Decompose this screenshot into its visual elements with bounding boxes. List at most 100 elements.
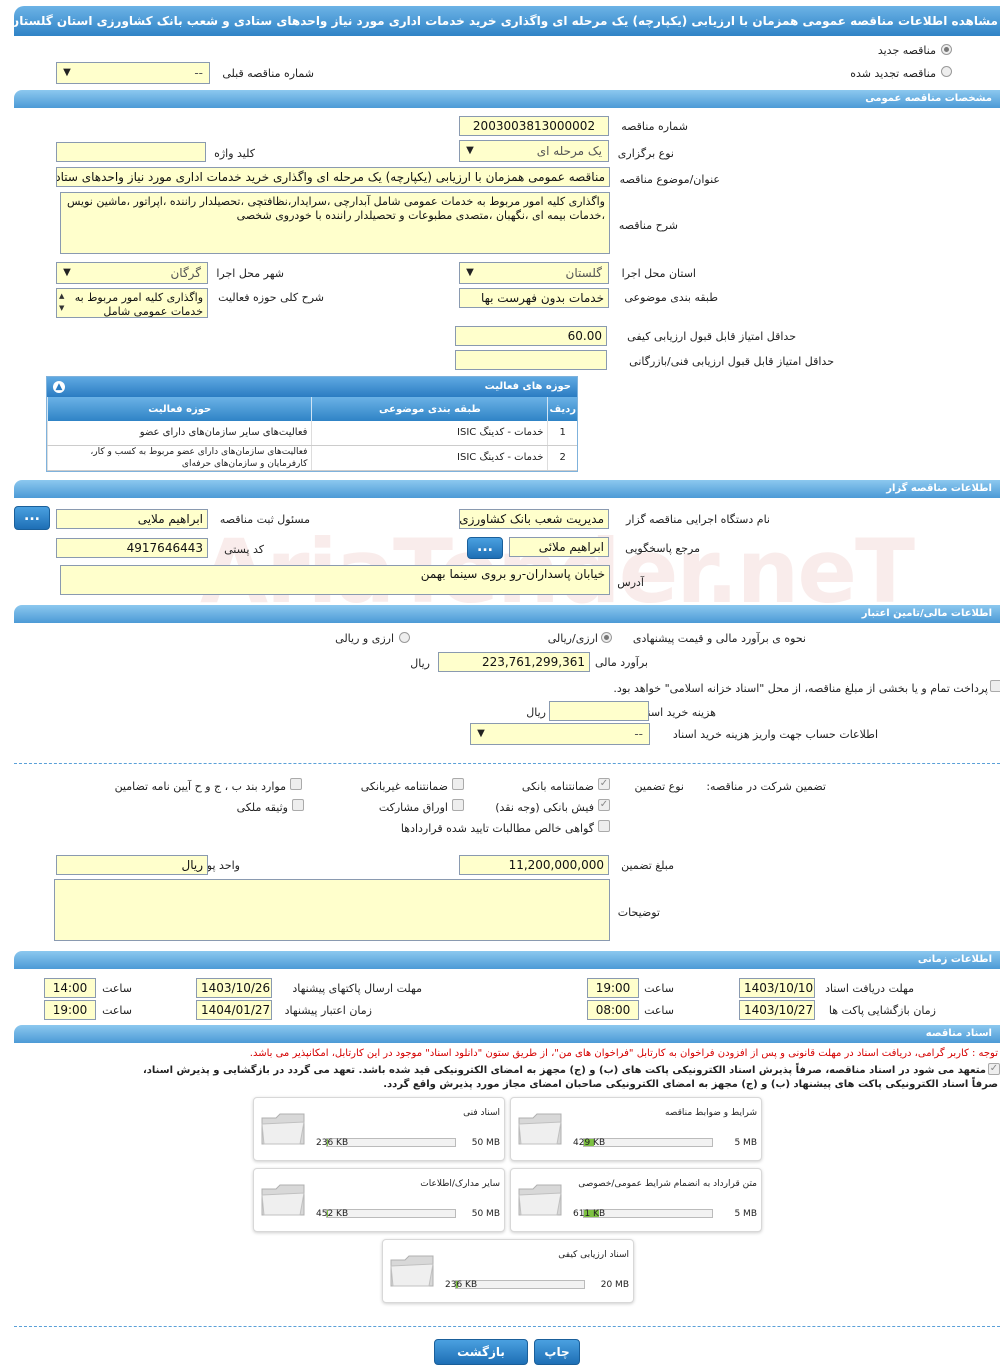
bank-guarantee-checkbox[interactable]: ✓ [598,778,610,790]
radio-new-label: مناقصه جدید [877,44,936,57]
section-financial: اطلاعات مالی/تامین اعتبار [14,605,1000,623]
min-quality-label: حداقل امتیاز قابل قبول ارزیابی کیفی [627,330,796,343]
file-card[interactable]: اسناد فنی 50 MB 236 KB [253,1097,505,1161]
opening-time: 08:00 [587,1000,639,1020]
category-field: خدمات بدون فهرست بها [459,288,609,308]
property-label: وثیقه ملکی [236,801,288,814]
file-max-size: 5 MB [734,1138,757,1148]
estimate-method-label: نحوه ی برآورد مالی و قیمت پیشنهادی [632,632,806,645]
registrar-more-button[interactable]: ... [14,506,50,530]
submit-deadline-time-label: ساعت [102,982,132,995]
prev-number-select[interactable]: -- ▼ [56,62,210,84]
radio-rial[interactable] [601,632,612,643]
commit-line2: صرفاً اسناد الکترونیکی پاکت های پیشنهاد … [383,1079,998,1090]
print-button[interactable]: چاپ [534,1339,580,1365]
commit-checkbox[interactable]: ✓ [988,1063,1000,1075]
submit-deadline-date: 1403/10/26 [196,978,272,998]
scroll-arrows-icon[interactable]: ▲ ▼ [59,290,64,314]
tender-number-field: 2003003813000002 [459,116,609,136]
city-select[interactable]: گرگان ▼ [56,262,208,284]
min-tech-label: حداقل امتیاز قابل قبول ارزیابی فنی/بازرگ… [629,355,834,368]
reference-field: ابراهیم ملائی [509,537,609,557]
folder-icon [518,1184,562,1216]
scope-label: شرح کلی حوزه فعالیت [218,291,324,304]
guarantee-label: تضمین شرکت در مناقصه: [706,780,826,793]
reference-more-button[interactable]: ... [467,537,503,559]
non-bank-label: ضمانتنامه غیربانکی [360,780,448,793]
section-organizer: اطلاعات مناقصه گزار [14,480,1000,498]
city-label: شهر محل اجرا [216,267,284,280]
table-row: 1 خدمات - کدینگ ISIC فعالیت‌های سایر ساز… [46,421,577,446]
radio-currency-rial[interactable] [399,632,410,643]
clauses-label: موارد بند ب ، ج و ح آیین نامه تضامین [114,780,286,793]
holding-type-label: نوع برگزاری [617,147,674,160]
bank-receipt-checkbox[interactable]: ✓ [598,799,610,811]
file-max-size: 50 MB [471,1209,500,1219]
collapse-icon[interactable]: ▲ [53,381,65,393]
section-general: مشخصات مناقصه عمومی [14,90,1000,108]
file-name: شرایط و ضوابط مناقصه [664,1108,757,1118]
opening-label: زمان بازگشایی پاکت ها [828,1004,936,1017]
divider [14,763,1000,764]
file-card[interactable]: شرایط و ضوابط مناقصه 5 MB 429 KB [510,1097,762,1161]
folder-icon [261,1113,305,1145]
opening-date: 1403/10/27 [739,1000,815,1020]
min-tech-field [455,350,607,370]
submit-deadline-time: 14:00 [44,978,96,998]
registrar-label: مسئول ثبت مناقصه [219,513,310,526]
net-claims-checkbox[interactable] [598,820,610,832]
province-label: استان محل اجرا [621,267,696,280]
activities-table: ردیف طبقه بندی موضوعی حوزه فعالیت 1 خدما… [46,397,577,471]
holding-type-select[interactable]: یک مرحله ای ▼ [459,140,609,162]
account-value: -- [634,727,643,741]
reference-label: مرجع پاسخگویی [625,542,700,555]
bonds-checkbox[interactable] [452,799,464,811]
notes-label: توضیحات [617,906,660,919]
validity-date: 1404/01/27 [196,1000,272,1020]
org-label: نام دستگاه اجرایی مناقصه گزار [626,513,770,526]
row-category: خدمات - کدینگ ISIC [311,421,548,446]
file-size: 236 KB [445,1280,478,1290]
file-card[interactable]: اسناد ارزیابی کیفی 20 MB 236 KB [382,1239,634,1303]
guarantee-amount-label: مبلغ تضمین [621,859,674,872]
section-documents: اسناد مناقصه [14,1025,1000,1043]
guarantee-amount-field: 11,200,000,000 [459,855,609,875]
row-activity: فعالیت‌های سایر سازمان‌های دارای عضو [46,421,312,446]
chevron-down-icon: ▼ [466,145,474,156]
estimate-field: 223,761,299,361 [438,652,590,672]
row-activity: فعالیت‌های سازمان‌های دارای عضو مربوط به… [46,445,312,471]
commit-line1: متعهد می شود در اسناد مناقصه، صرفاً پذیر… [142,1065,986,1076]
min-quality-field: 60.00 [455,326,607,346]
clauses-checkbox[interactable] [290,778,302,790]
city-value: گرگان [170,266,201,280]
property-checkbox[interactable] [292,799,304,811]
radio-new-tender[interactable] [941,44,952,55]
subject-label: عنوان/موضوع مناقصه [619,173,720,186]
doc-fee-unit: ریال [526,706,546,719]
file-card[interactable]: سایر مدارک/اطلاعات 50 MB 452 KB [253,1168,505,1232]
back-button[interactable]: بازگشت [434,1339,528,1365]
account-select[interactable]: -- ▼ [470,723,650,745]
chevron-down-icon: ▼ [466,267,474,278]
estimate-unit: ریال [410,657,430,670]
submit-deadline-label: مهلت ارسال پاکتهای پیشنهاد [292,982,422,995]
registrar-field: ابراهیم ملایی [56,509,208,529]
guarantee-type-label: نوع تضمین [634,780,684,793]
folder-icon [261,1184,305,1216]
col-row: ردیف [547,397,577,421]
file-size: 611 KB [573,1209,606,1219]
radio-renewed-label: مناقصه تجدید شده [850,67,936,80]
keyword-label: کلید واژه [214,147,255,160]
bonds-label: اوراق مشارکت [378,801,448,814]
non-bank-checkbox[interactable] [452,778,464,790]
file-size: 429 KB [573,1138,606,1148]
notes-field [54,879,610,941]
col-activity: حوزه فعالیت [46,397,312,421]
doc-deadline-date: 1403/10/10 [739,978,815,998]
radio-renewed-tender[interactable] [941,66,952,77]
documents-note: توجه : کاربر گرامی، دریافت اسناد در مهلت… [249,1048,998,1059]
file-card[interactable]: متن قرارداد به انضمام شرایط عمومی/خصوصی … [510,1168,762,1232]
province-select[interactable]: گلستان ▼ [459,262,609,284]
doc-deadline-label: مهلت دریافت اسناد [825,982,914,995]
treasury-checkbox[interactable] [990,680,1000,692]
